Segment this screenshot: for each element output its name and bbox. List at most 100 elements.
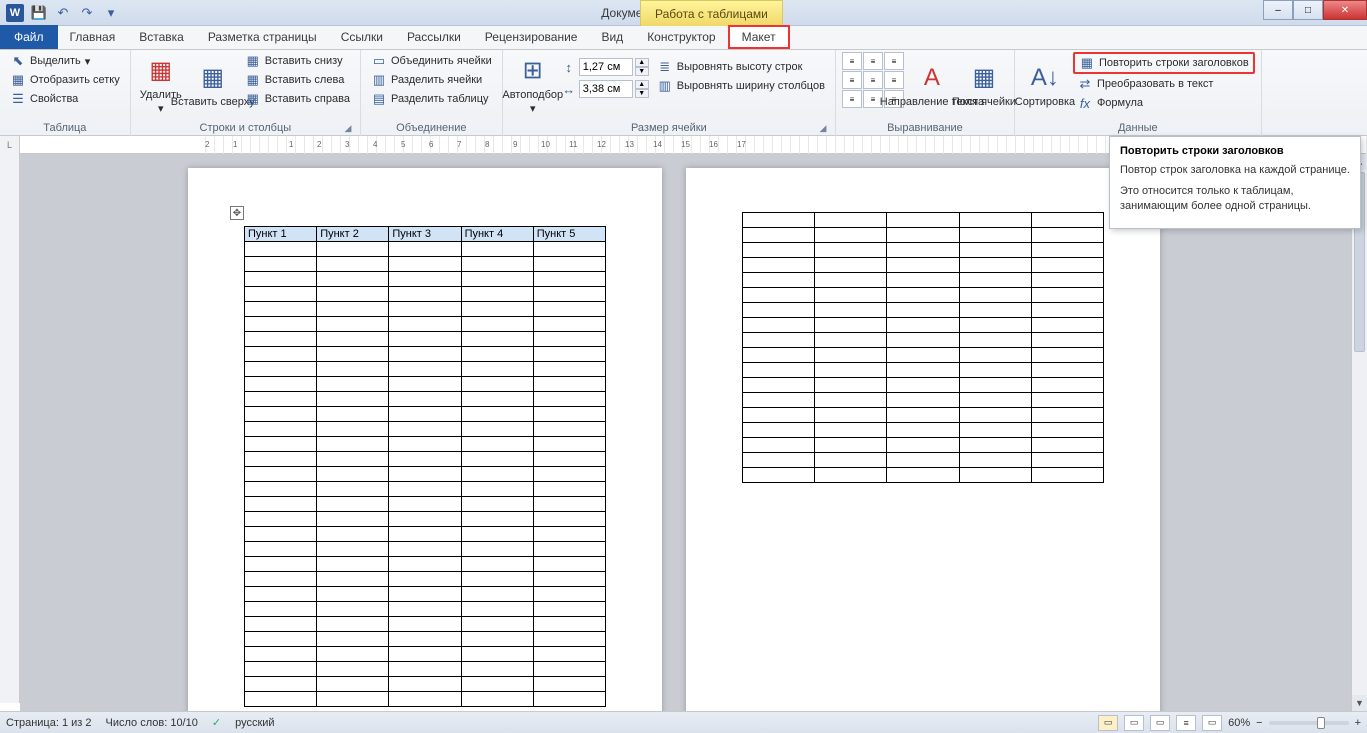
table-row[interactable] bbox=[743, 423, 1104, 438]
table-cell[interactable] bbox=[317, 302, 389, 317]
table-cell[interactable] bbox=[887, 468, 959, 483]
table-cell[interactable] bbox=[317, 437, 389, 452]
zoom-slider[interactable] bbox=[1269, 721, 1349, 725]
table-cell[interactable] bbox=[1031, 258, 1103, 273]
table-cell[interactable] bbox=[533, 662, 605, 677]
table-cell[interactable] bbox=[461, 662, 533, 677]
table-cell[interactable] bbox=[887, 333, 959, 348]
table-row[interactable] bbox=[743, 228, 1104, 243]
save-button[interactable]: 💾 bbox=[28, 3, 50, 23]
close-button[interactable]: ✕ bbox=[1323, 0, 1367, 20]
table-row[interactable] bbox=[743, 273, 1104, 288]
table-row[interactable] bbox=[245, 422, 606, 437]
word-app-icon[interactable]: W bbox=[4, 3, 26, 23]
undo-button[interactable]: ↶ bbox=[52, 3, 74, 23]
dialog-launcher-icon[interactable]: ◢ bbox=[342, 122, 354, 134]
table-cell[interactable] bbox=[1031, 453, 1103, 468]
table-cell[interactable] bbox=[389, 467, 461, 482]
cell-margins-button[interactable]: ▦Поля ячейки bbox=[960, 52, 1008, 118]
table-cell[interactable] bbox=[389, 392, 461, 407]
table-cell[interactable] bbox=[245, 317, 317, 332]
table-cell[interactable] bbox=[389, 497, 461, 512]
table-cell[interactable] bbox=[887, 438, 959, 453]
table-cell[interactable] bbox=[461, 242, 533, 257]
table-cell[interactable] bbox=[317, 242, 389, 257]
table-cell[interactable] bbox=[959, 348, 1031, 363]
tab-review[interactable]: Рецензирование bbox=[473, 25, 590, 49]
table-cell[interactable] bbox=[533, 527, 605, 542]
table-cell[interactable] bbox=[389, 617, 461, 632]
table-cell[interactable] bbox=[743, 378, 815, 393]
table-cell[interactable] bbox=[461, 647, 533, 662]
document-table-continued[interactable] bbox=[742, 212, 1104, 483]
table-cell[interactable] bbox=[959, 303, 1031, 318]
table-cell[interactable] bbox=[533, 557, 605, 572]
table-cell[interactable] bbox=[887, 348, 959, 363]
table-cell[interactable] bbox=[533, 317, 605, 332]
table-cell[interactable] bbox=[959, 288, 1031, 303]
qat-customize[interactable]: ▾ bbox=[100, 3, 122, 23]
table-cell[interactable] bbox=[959, 243, 1031, 258]
insert-right-button[interactable]: ▦Вставить справа bbox=[241, 90, 354, 108]
table-cell[interactable] bbox=[533, 632, 605, 647]
table-row[interactable] bbox=[743, 393, 1104, 408]
table-cell[interactable] bbox=[245, 422, 317, 437]
tab-page-layout[interactable]: Разметка страницы bbox=[196, 25, 329, 49]
table-cell[interactable] bbox=[245, 272, 317, 287]
table-cell[interactable] bbox=[887, 393, 959, 408]
table-row[interactable] bbox=[245, 587, 606, 602]
file-tab[interactable]: Файл bbox=[0, 25, 58, 49]
table-cell[interactable] bbox=[959, 393, 1031, 408]
view-outline[interactable]: ≡ bbox=[1176, 715, 1196, 731]
table-cell[interactable] bbox=[959, 468, 1031, 483]
table-cell[interactable] bbox=[743, 333, 815, 348]
table-row[interactable] bbox=[743, 213, 1104, 228]
zoom-level[interactable]: 60% bbox=[1228, 717, 1250, 729]
table-cell[interactable] bbox=[389, 317, 461, 332]
spin-down[interactable]: ▼ bbox=[635, 89, 649, 98]
table-cell[interactable] bbox=[815, 333, 887, 348]
table-cell[interactable] bbox=[461, 602, 533, 617]
table-cell[interactable] bbox=[1031, 393, 1103, 408]
table-cell[interactable] bbox=[1031, 243, 1103, 258]
scroll-down-button[interactable]: ▼ bbox=[1352, 695, 1367, 711]
table-cell[interactable] bbox=[743, 273, 815, 288]
table-row[interactable] bbox=[245, 497, 606, 512]
table-cell[interactable] bbox=[533, 452, 605, 467]
table-cell[interactable] bbox=[461, 692, 533, 707]
table-cell[interactable] bbox=[1031, 288, 1103, 303]
col-width-input[interactable] bbox=[579, 80, 633, 98]
distribute-rows-button[interactable]: ≣Выровнять высоту строк bbox=[653, 58, 829, 76]
tab-view[interactable]: Вид bbox=[589, 25, 635, 49]
table-cell[interactable] bbox=[317, 317, 389, 332]
table-cell[interactable] bbox=[1031, 363, 1103, 378]
vertical-scrollbar[interactable]: ▲ ▼ bbox=[1351, 154, 1367, 711]
table-cell[interactable] bbox=[959, 378, 1031, 393]
table-cell[interactable] bbox=[389, 662, 461, 677]
table-cell[interactable] bbox=[533, 407, 605, 422]
table-cell[interactable] bbox=[317, 347, 389, 362]
table-cell[interactable] bbox=[533, 542, 605, 557]
view-draft[interactable]: ▭ bbox=[1202, 715, 1222, 731]
table-cell[interactable] bbox=[389, 422, 461, 437]
table-row[interactable] bbox=[245, 542, 606, 557]
table-cell[interactable] bbox=[743, 213, 815, 228]
maximize-button[interactable]: □ bbox=[1293, 0, 1323, 20]
zoom-in-button[interactable]: + bbox=[1355, 717, 1361, 729]
view-full-screen[interactable]: ▭ bbox=[1124, 715, 1144, 731]
table-header-cell[interactable]: Пункт 4 bbox=[461, 227, 533, 242]
minimize-button[interactable]: – bbox=[1263, 0, 1293, 20]
table-row[interactable] bbox=[245, 602, 606, 617]
tab-home[interactable]: Главная bbox=[58, 25, 128, 49]
table-cell[interactable] bbox=[317, 407, 389, 422]
table-cell[interactable] bbox=[389, 437, 461, 452]
table-row[interactable] bbox=[245, 617, 606, 632]
table-header-cell[interactable]: Пункт 3 bbox=[389, 227, 461, 242]
table-cell[interactable] bbox=[389, 287, 461, 302]
align-bottom-left[interactable]: ≡ bbox=[842, 90, 862, 108]
table-cell[interactable] bbox=[533, 647, 605, 662]
table-row[interactable] bbox=[743, 363, 1104, 378]
table-row[interactable] bbox=[743, 438, 1104, 453]
table-cell[interactable] bbox=[959, 318, 1031, 333]
table-cell[interactable] bbox=[1031, 468, 1103, 483]
